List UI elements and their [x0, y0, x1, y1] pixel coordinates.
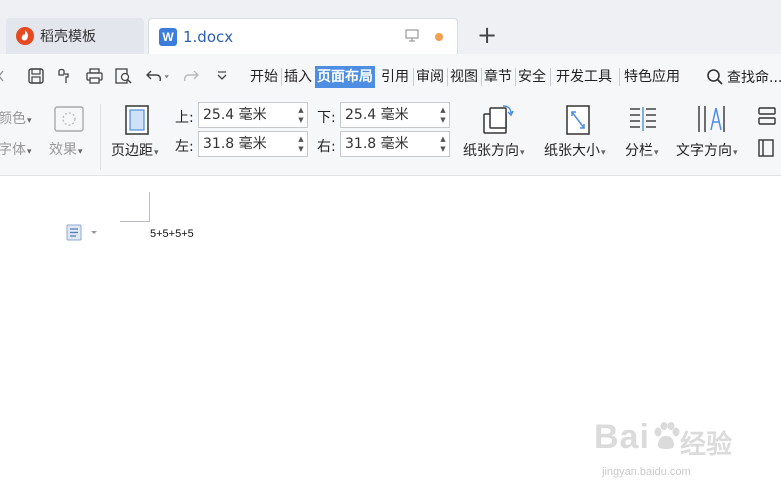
- format-painter-icon[interactable]: [56, 66, 74, 86]
- search-label: 查找命...: [727, 70, 781, 86]
- tab-label: 1.docx: [183, 27, 234, 46]
- tab-bar: 稻壳模板 W 1.docx +: [0, 0, 781, 54]
- right-margin-label: 右:: [317, 139, 336, 155]
- page-orientation-button[interactable]: 纸张方向▾: [463, 140, 525, 160]
- left-margin-label: 左:: [175, 139, 194, 155]
- text-direction-button[interactable]: 文字方向▾: [676, 140, 738, 160]
- watermark-suffix: 经验: [680, 430, 733, 460]
- customize-toolbar-icon[interactable]: [215, 66, 229, 86]
- menu-row: 开始 插入 页面布局 引用 审阅 视图 章节 安全 开发工具 特色应用 查找命.…: [0, 54, 781, 98]
- margin-corner-mark: [120, 192, 150, 222]
- line-numbers-icon[interactable]: [757, 106, 781, 130]
- daoke-logo-icon: [16, 27, 34, 45]
- page-orientation-icon[interactable]: [481, 104, 515, 140]
- menu-view[interactable]: 视图: [448, 66, 480, 88]
- text-direction-icon[interactable]: [696, 104, 726, 138]
- paragraph-layout-icon[interactable]: [66, 224, 102, 246]
- menu-separator: [619, 68, 620, 86]
- menu-security[interactable]: 安全: [516, 66, 548, 88]
- menu-special-apps[interactable]: 特色应用: [622, 66, 682, 88]
- effects-button[interactable]: 效果▾: [49, 139, 83, 159]
- writer-logo-icon: W: [159, 27, 177, 46]
- page-orientation-label: 纸张方向: [463, 143, 519, 159]
- collapse-chevron-icon[interactable]: [0, 66, 4, 86]
- menu-developer-tools[interactable]: 开发工具: [554, 66, 614, 88]
- command-search[interactable]: 查找命...: [706, 66, 781, 88]
- watermark-url: jingyan.baidu.com: [602, 466, 691, 478]
- effects-label: 效果: [49, 142, 77, 158]
- menu-chapter[interactable]: 章节: [482, 66, 514, 88]
- menu-page-layout[interactable]: 页面布局: [315, 66, 375, 88]
- baidu-jingyan-watermark: Bai 经验 jingyan.baidu.com: [594, 418, 744, 488]
- right-margin-stepper[interactable]: ▲ ▼: [439, 134, 447, 154]
- left-margin-input[interactable]: 31.8 毫米 ▲ ▼: [198, 131, 308, 157]
- watermark-brand: Bai: [594, 418, 650, 456]
- ribbon-page-layout: 颜色▾ 字体▾ 效果▾ 页边距▾ 上: 25.4 毫米 ▲ ▼ 左: 31.8 毫…: [0, 98, 781, 176]
- menu-review[interactable]: 审阅: [414, 66, 446, 88]
- right-margin-value: 31.8 毫米: [345, 136, 409, 152]
- columns-button[interactable]: 分栏▾: [625, 140, 659, 160]
- columns-icon[interactable]: [628, 106, 658, 138]
- margins-icon[interactable]: [124, 104, 150, 140]
- menu-home[interactable]: 开始: [248, 66, 280, 88]
- save-icon[interactable]: [27, 66, 45, 86]
- left-margin-stepper[interactable]: ▲ ▼: [297, 134, 305, 154]
- top-margin-input[interactable]: 25.4 毫米 ▲ ▼: [198, 102, 308, 128]
- top-margin-stepper[interactable]: ▲ ▼: [297, 105, 305, 125]
- bottom-margin-label: 下:: [317, 110, 336, 126]
- paper-size-icon[interactable]: [565, 104, 591, 140]
- document-text[interactable]: 5+5+5+5: [150, 228, 194, 240]
- bottom-margin-input[interactable]: 25.4 毫米 ▲ ▼: [340, 102, 450, 128]
- redo-icon[interactable]: [182, 66, 200, 86]
- top-margin-value: 25.4 毫米: [203, 107, 267, 123]
- print-icon[interactable]: [85, 66, 104, 86]
- tab-document[interactable]: W 1.docx: [148, 18, 458, 54]
- left-margin-value: 31.8 毫米: [203, 136, 267, 152]
- ribbon-separator: [100, 104, 101, 170]
- paper-size-label: 纸张大小: [544, 143, 600, 159]
- menu-insert[interactable]: 插入: [282, 66, 314, 88]
- page-border-icon[interactable]: [757, 138, 781, 162]
- monitor-icon[interactable]: [405, 29, 419, 46]
- paw-logo-icon: [652, 422, 680, 456]
- unsaved-dot-icon: [435, 33, 443, 41]
- tab-label: 稻壳模板: [40, 29, 96, 45]
- menu-references[interactable]: 引用: [379, 66, 411, 88]
- bottom-margin-stepper[interactable]: ▲ ▼: [439, 105, 447, 125]
- theme-color-button[interactable]: 颜色▾: [0, 108, 32, 128]
- columns-label: 分栏: [625, 143, 653, 159]
- paper-size-button[interactable]: 纸张大小▾: [544, 140, 606, 160]
- right-margin-input[interactable]: 31.8 毫米 ▲ ▼: [340, 131, 450, 157]
- undo-icon[interactable]: [145, 66, 171, 86]
- tab-daoke-template[interactable]: 稻壳模板: [6, 18, 144, 54]
- search-icon: [707, 69, 723, 85]
- theme-font-button[interactable]: 字体▾: [0, 139, 32, 159]
- theme-font-label: 字体: [0, 142, 26, 158]
- bottom-margin-value: 25.4 毫米: [345, 107, 409, 123]
- print-preview-icon[interactable]: [114, 66, 133, 86]
- margins-label: 页边距: [111, 143, 153, 159]
- menu-separator: [550, 68, 551, 86]
- margins-button[interactable]: 页边距▾: [111, 140, 159, 160]
- new-tab-button[interactable]: +: [474, 23, 500, 49]
- theme-color-label: 颜色: [0, 111, 26, 127]
- top-margin-label: 上:: [175, 110, 194, 126]
- text-direction-label: 文字方向: [676, 143, 732, 159]
- effects-icon[interactable]: [54, 106, 84, 136]
